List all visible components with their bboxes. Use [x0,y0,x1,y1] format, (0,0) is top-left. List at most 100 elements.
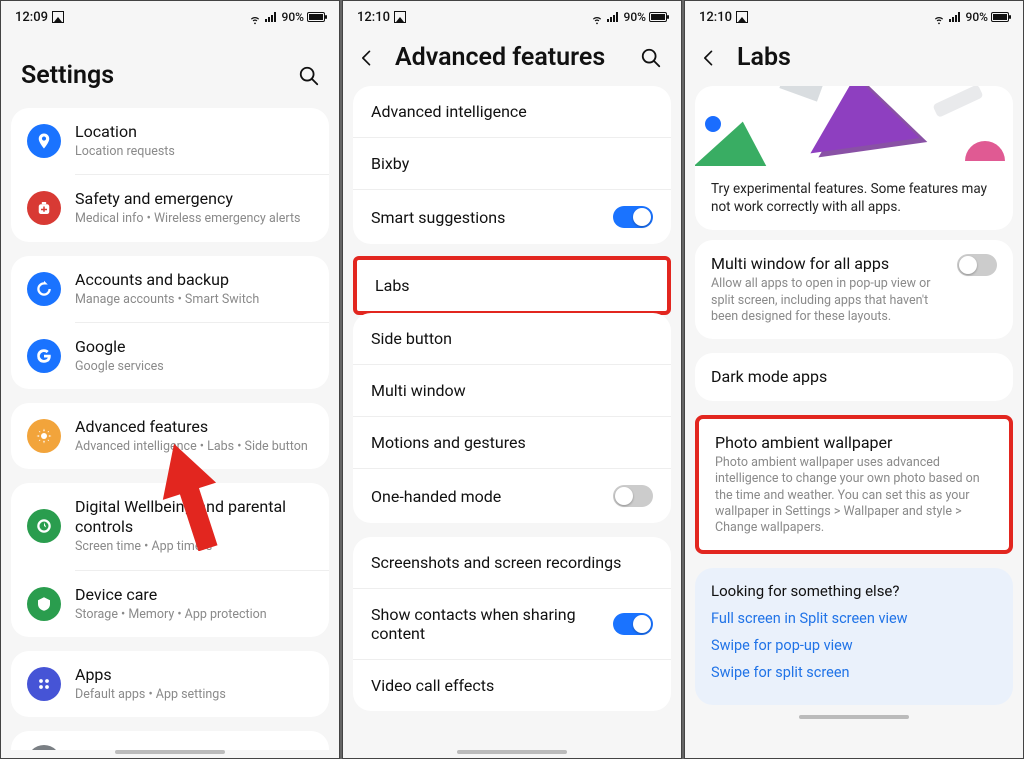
chevron-left-icon [699,48,719,68]
row-title: Multi window for all apps [711,254,943,274]
wellbeing-icon [27,509,61,543]
feature-row[interactable]: Advanced intelligence [353,86,671,137]
settings-group: Digital Wellbeing and parental controls S… [11,483,329,637]
battery-percent: 90% [624,10,646,24]
search-icon [640,47,662,69]
row-title: Advanced intelligence [371,102,653,121]
status-bar: 12:10 90% [685,1,1023,33]
row-subtitle: Allow all apps to open in pop-up view or… [711,276,943,325]
google-icon [27,339,61,373]
advanced-features-screen: 12:10 90% Advanced features Advanced int… [342,0,682,759]
link-full-screen-split[interactable]: Full screen in Split screen view [711,610,997,627]
row-subtitle: Storage • Memory • App protection [75,607,313,623]
nav-bar[interactable] [1,750,339,758]
toggle[interactable] [957,254,997,276]
row-title: Motions and gestures [371,433,653,452]
settings-row-advanced[interactable]: Advanced features Advanced intelligence •… [11,403,329,469]
feature-row[interactable]: Labs [357,260,667,311]
settings-group: Location Location requests Safety and emer… [11,108,329,242]
settings-group: Accounts and backupManage accounts • Sma… [11,256,329,390]
settings-row-wellbeing[interactable]: Digital Wellbeing and parental controls S… [11,483,329,569]
row-title: Photo ambient wallpaper [715,433,993,453]
apps-icon [27,667,61,701]
feature-row[interactable]: Bixby [353,138,671,189]
feature-row[interactable]: One-handed mode [353,469,671,523]
labs-row[interactable]: Photo ambient wallpaperPhoto ambient wal… [695,415,1013,554]
row-title: Apps [75,665,313,685]
row-title: Location [75,122,313,142]
settings-row-accounts[interactable]: Accounts and backupManage accounts • Sma… [11,256,329,322]
feature-row[interactable]: Side button [353,313,671,364]
header: Advanced features [343,33,681,86]
feature-row[interactable]: Multi window [353,365,671,416]
row-title: One-handed mode [371,487,613,506]
feature-group: Labs [353,256,671,315]
toggle[interactable] [613,613,653,635]
wifi-icon [590,12,604,22]
wifi-icon [932,12,946,22]
nav-bar[interactable] [685,715,1023,723]
row-subtitle: Screen time • App timers [75,539,313,555]
screenshot-icon [52,11,64,23]
settings-row-device[interactable]: Device careStorage • Memory • App protec… [11,571,329,637]
looking-for-card: Looking for something else? Full screen … [695,568,1013,705]
row-subtitle: Advanced intelligence • Labs • Side butt… [75,439,313,455]
labs-screen: 12:10 90% Labs Try experimental features… [684,0,1024,759]
device-icon [27,587,61,621]
accounts-icon [27,272,61,306]
header: Settings [1,33,339,108]
settings-row-location[interactable]: Location Location requests [11,108,329,174]
signal-icon [607,12,621,22]
toggle[interactable] [613,206,653,228]
settings-screen: 12:09 90% Settings LocationLocation requ… [0,0,340,759]
advanced-icon [27,419,61,453]
battery-icon [991,12,1009,22]
link-swipe-popup[interactable]: Swipe for pop-up view [711,637,997,654]
settings-row-google[interactable]: GoogleGoogle services [11,323,329,389]
search-button[interactable] [637,44,665,72]
labs-hero-art [695,86,1013,166]
feature-row[interactable]: Motions and gestures [353,417,671,468]
settings-group: AppsDefault apps • App settings [11,651,329,717]
settings-row-safety[interactable]: Safety and emergencyMedical info • Wirel… [11,175,329,241]
row-title: Smart suggestions [371,208,613,227]
settings-list: Location Location requests Safety and emer… [1,108,339,750]
feature-group: Advanced intelligence Bixby Smart suggesti… [353,86,671,244]
row-title: Digital Wellbeing and parental controls [75,497,313,537]
feature-group: Screenshots and screen recordings Show co… [353,537,671,711]
header: Labs [685,33,1023,86]
feature-row[interactable]: Smart suggestions [353,190,671,244]
signal-icon [949,12,963,22]
settings-row-apps[interactable]: AppsDefault apps • App settings [11,651,329,717]
row-title: Side button [371,329,653,348]
looking-for-heading: Looking for something else? [711,582,997,600]
status-time: 12:09 [15,10,48,25]
row-title: Google [75,337,313,357]
labs-intro-text: Try experimental features. Some features… [695,166,1013,216]
settings-row-general[interactable]: General management [11,731,329,750]
labs-row[interactable]: Multi window for all appsAllow all apps … [695,240,1013,339]
feature-row[interactable]: Screenshots and screen recordings [353,537,671,588]
settings-group: Advanced features Advanced intelligence •… [11,403,329,469]
location-icon [27,124,61,158]
back-button[interactable] [353,44,381,72]
feature-row[interactable]: Show contacts when sharing content [353,589,671,659]
chevron-left-icon [357,48,377,68]
row-title: Show contacts when sharing content [371,605,613,643]
search-button[interactable] [295,62,323,90]
advanced-features-list: Advanced intelligence Bixby Smart suggesti… [343,86,681,750]
row-title: Multi window [371,381,653,400]
row-subtitle: Location requests [75,144,313,160]
labs-row[interactable]: Dark mode apps [695,353,1013,401]
wifi-icon [248,12,262,22]
nav-bar[interactable] [343,750,681,758]
settings-group: General management [11,731,329,750]
link-swipe-split[interactable]: Swipe for split screen [711,664,997,681]
row-title: Labs [375,276,649,295]
back-button[interactable] [695,44,723,72]
row-title: Advanced features [75,417,313,437]
row-title: Screenshots and screen recordings [371,553,653,572]
toggle[interactable] [613,485,653,507]
feature-row[interactable]: Video call effects [353,660,671,711]
row-title: Bixby [371,154,653,173]
